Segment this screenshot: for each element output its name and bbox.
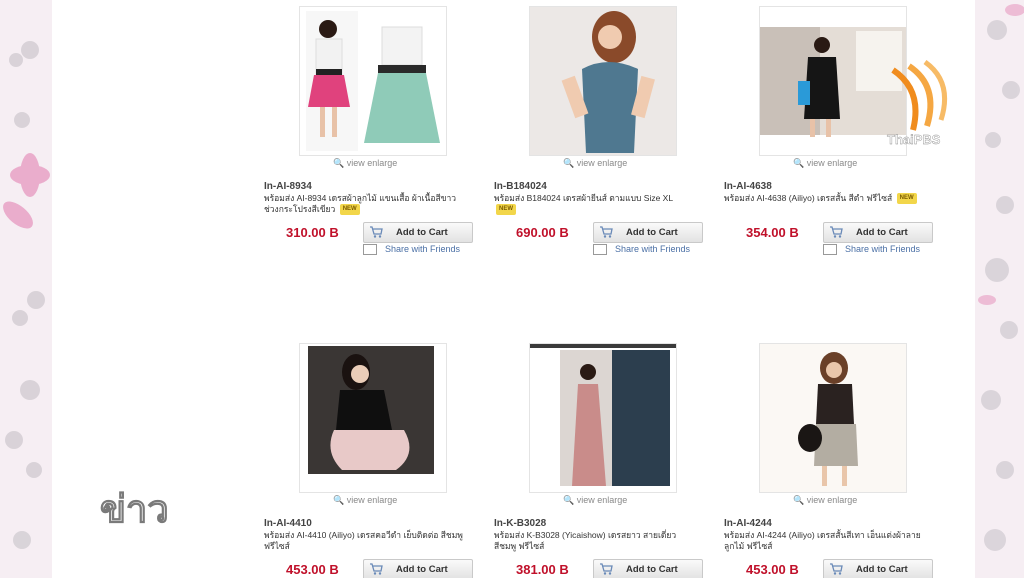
product-description: พร้อมส่ง B184024 เดรสผ้ายีนส์ ตามแบบ Siz…: [494, 193, 694, 216]
add-to-cart-label: Add to Cart: [856, 564, 908, 575]
product-description-text: พร้อมส่ง AI-4244 (Ailiyo) เดรสสั้นสีเทา …: [724, 530, 921, 551]
mail-icon: [363, 244, 377, 256]
cart-icon: [370, 226, 383, 238]
view-enlarge-label: view enlarge: [806, 158, 858, 168]
share-with-friends-link[interactable]: Share with Friends: [593, 244, 691, 256]
add-to-cart-button[interactable]: Add to Cart: [363, 222, 473, 243]
product-price: 453.00 B: [286, 562, 339, 577]
product-description: พร้อมส่ง AI-4638 (Ailiyo) เดรสสั้น สีดำ …: [724, 193, 924, 205]
product-price: 381.00 B: [516, 562, 569, 577]
product-image[interactable]: [299, 6, 447, 156]
product-code: In-B184024: [494, 181, 547, 192]
mail-icon: [823, 244, 837, 256]
view-enlarge-label: view enlarge: [346, 495, 398, 505]
product-description: พร้อมส่ง K-B3028 (Yicaishow) เดรสยาว สาย…: [494, 530, 694, 552]
product-code: In-AI-4638: [724, 181, 772, 192]
program-logo: ข่าว: [96, 484, 206, 532]
product-description: พร้อมส่ง AI-8934 เดรสผ้าลูกไม้ แขนเสื้อ …: [264, 193, 464, 216]
view-enlarge-link[interactable]: 🔍 view enlarge: [333, 158, 397, 169]
product-price: 354.00 B: [746, 225, 799, 240]
share-label: Share with Friends: [615, 244, 691, 254]
product-price: 690.00 B: [516, 225, 569, 240]
product-image[interactable]: [299, 343, 447, 493]
add-to-cart-button[interactable]: Add to Cart: [363, 559, 473, 578]
view-enlarge-label: view enlarge: [576, 495, 628, 505]
product-description-text: พร้อมส่ง AI-4638 (Ailiyo) เดรสสั้น สีดำ …: [724, 193, 893, 203]
view-enlarge-link[interactable]: 🔍 view enlarge: [563, 158, 627, 169]
share-with-friends-link[interactable]: Share with Friends: [823, 244, 921, 256]
add-to-cart-label: Add to Cart: [626, 227, 678, 238]
svg-text:ข่าว: ข่าว: [100, 487, 169, 530]
add-to-cart-label: Add to Cart: [856, 227, 908, 238]
cart-icon: [830, 226, 843, 238]
new-badge: NEW: [339, 204, 360, 216]
product-code: In-AI-4410: [264, 518, 312, 529]
add-to-cart-button[interactable]: Add to Cart: [593, 559, 703, 578]
product-description-text: พร้อมส่ง AI-8934 เดรสผ้าลูกไม้ แขนเสื้อ …: [264, 193, 457, 214]
new-badge: NEW: [896, 193, 917, 205]
product-image[interactable]: [529, 6, 677, 156]
add-to-cart-label: Add to Cart: [626, 564, 678, 575]
view-enlarge-link[interactable]: 🔍 view enlarge: [333, 495, 397, 506]
svg-text:ThaiPBS: ThaiPBS: [887, 132, 941, 147]
product-description-text: พร้อมส่ง B184024 เดรสผ้ายีนส์ ตามแบบ Siz…: [494, 193, 673, 203]
view-enlarge-label: view enlarge: [576, 158, 628, 168]
product-code: In-K-B3028: [494, 518, 547, 529]
left-decorative-border: [0, 0, 52, 578]
view-enlarge-link[interactable]: 🔍 view enlarge: [793, 495, 857, 506]
thaipbs-logo: ThaiPBS: [883, 59, 957, 150]
view-enlarge-link[interactable]: 🔍 view enlarge: [563, 495, 627, 506]
cart-icon: [600, 226, 613, 238]
product-code: In-AI-4244: [724, 518, 772, 529]
cart-icon: [600, 563, 613, 575]
right-decorative-border: [975, 0, 1024, 578]
flower-pattern-left: [3, 41, 50, 549]
product-description: พร้อมส่ง AI-4410 (Ailiyo) เดรสคอวีดำ เย็…: [264, 530, 464, 552]
product-price: 453.00 B: [746, 562, 799, 577]
product-image[interactable]: [759, 343, 907, 493]
view-enlarge-label: view enlarge: [346, 158, 398, 168]
product-description: พร้อมส่ง AI-4244 (Ailiyo) เดรสสั้นสีเทา …: [724, 530, 924, 552]
add-to-cart-button[interactable]: Add to Cart: [823, 222, 933, 243]
new-badge: NEW: [496, 204, 516, 216]
product-description-text: พร้อมส่ง AI-4410 (Ailiyo) เดรสคอวีดำ เย็…: [264, 530, 463, 551]
product-description-text: พร้อมส่ง K-B3028 (Yicaishow) เดรสยาว สาย…: [494, 530, 677, 551]
share-label: Share with Friends: [845, 244, 921, 254]
product-image[interactable]: [529, 343, 677, 493]
view-enlarge-label: view enlarge: [806, 495, 858, 505]
product-price: 310.00 B: [286, 225, 339, 240]
cart-icon: [830, 563, 843, 575]
share-with-friends-link[interactable]: Share with Friends: [363, 244, 461, 256]
flower-pattern-right: [978, 4, 1024, 551]
add-to-cart-button[interactable]: Add to Cart: [593, 222, 703, 243]
add-to-cart-label: Add to Cart: [396, 227, 448, 238]
view-enlarge-link[interactable]: 🔍 view enlarge: [793, 158, 857, 169]
cart-icon: [370, 563, 383, 575]
add-to-cart-button[interactable]: Add to Cart: [823, 559, 933, 578]
mail-icon: [593, 244, 607, 256]
product-code: In-AI-8934: [264, 181, 312, 192]
add-to-cart-label: Add to Cart: [396, 564, 448, 575]
share-label: Share with Friends: [385, 244, 461, 254]
